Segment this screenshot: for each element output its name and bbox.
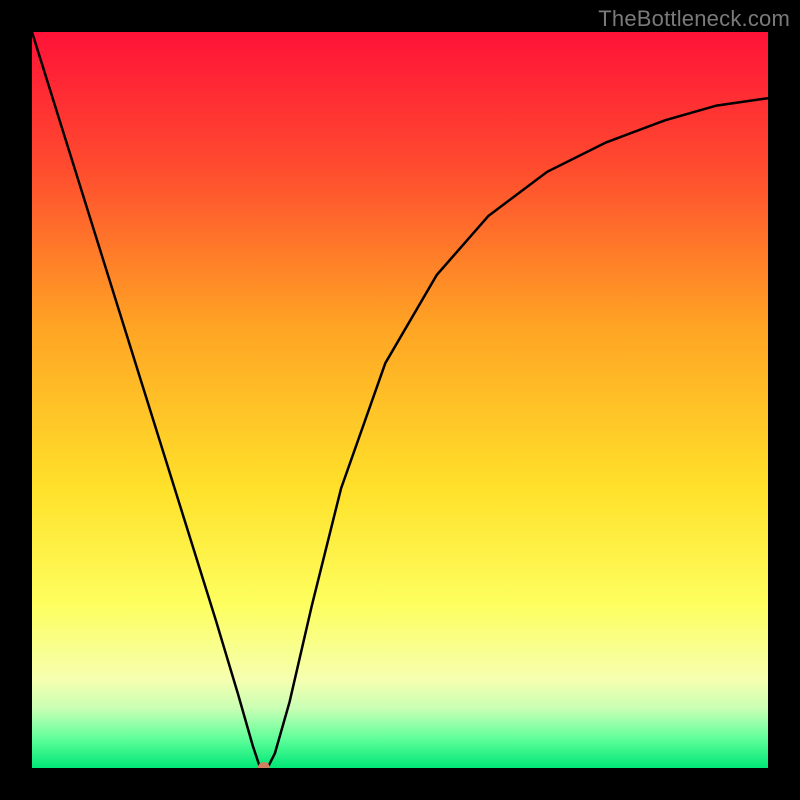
chart-background bbox=[32, 32, 768, 768]
chart-svg bbox=[32, 32, 768, 768]
chart-frame bbox=[32, 32, 768, 768]
watermark-text: TheBottleneck.com bbox=[598, 6, 790, 32]
